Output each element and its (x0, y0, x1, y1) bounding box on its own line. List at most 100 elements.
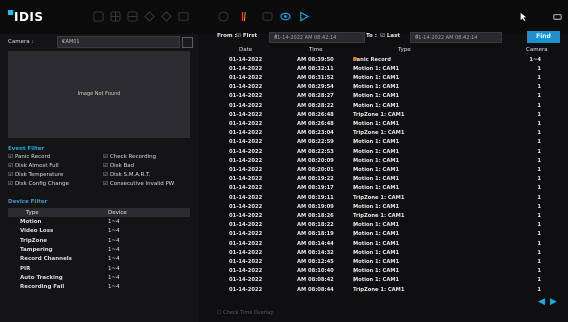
table-row[interactable]: 01-14-2022 AM 08:12:45 ⚡ Motion 1: CAM1 1 (217, 258, 559, 266)
table-row[interactable]: 01-14-2022 AM 08:20:09 ⚡ Motion 1: CAM1 1 (217, 157, 559, 165)
table-row[interactable]: 01-14-2022 AM 08:23:04 ⚡ TripZone 1: CAM1 1 (217, 130, 559, 138)
event-filter-checkbox[interactable]: ☑ Panic Record (8, 154, 50, 160)
motion-icon: ⚡ (353, 66, 357, 73)
table-row[interactable]: 01-14-2022 AM 08:20:01 ⚡ Motion 1: CAM1 1 (217, 166, 559, 174)
spinner-icon[interactable]: ⇕ (415, 34, 499, 40)
cell-camera: 1 (537, 194, 541, 201)
cell-time: AM 08:19:22 (297, 176, 334, 183)
to-datetime-field[interactable]: 01-14-2022 AM 08:42:14 ⇕ (410, 32, 502, 43)
device-filter-row[interactable]: TripZone 1~4 (8, 237, 190, 246)
cell-type-label: Motion 1: CAM1 (353, 240, 400, 247)
table-row[interactable]: 01-14-2022 AM 08:08:44 ⚡ TripZone 1: CAM1 1 (217, 286, 559, 294)
table-row[interactable]: 01-14-2022 AM 08:19:11 ⚡ TripZone 1: CAM1 1 (217, 194, 559, 202)
previous-page-icon[interactable]: ◀ (538, 297, 545, 307)
table-row[interactable]: 01-14-2022 AM 08:08:42 ⚡ Motion 1: CAM1 1 (217, 277, 559, 285)
device-filter-row[interactable]: Video Loss 1~4 (8, 227, 190, 236)
device-type: PIR (20, 265, 31, 272)
camera-settings-icon[interactable] (182, 37, 193, 48)
first-checkbox[interactable]: ☑ First (236, 33, 257, 39)
event-filter-checkbox[interactable]: ☑ Check Recording (103, 154, 156, 160)
cell-time: AM 08:18:19 (297, 231, 334, 238)
cell-camera: 1 (537, 249, 541, 256)
cell-date: 01-14-2022 (229, 194, 263, 201)
split-icon[interactable] (127, 11, 138, 22)
table-row[interactable]: 01-14-2022 AM 08:14:44 ⚡ Motion 1: CAM1 1 (217, 240, 559, 248)
motion-icon: ⚡ (353, 158, 357, 165)
to-label: To : (366, 33, 377, 39)
cell-type: ⚡ Motion 1: CAM1 (353, 231, 399, 238)
event-filter-checkbox[interactable]: ☑ Disk Config Change (8, 181, 69, 187)
eye-icon[interactable] (280, 11, 291, 22)
search-event-icon[interactable] (262, 11, 273, 22)
bookmark-icon[interactable] (238, 11, 249, 22)
cell-time: AM 08:20:01 (297, 166, 334, 173)
logo-mark (8, 10, 13, 15)
device-filter-row[interactable]: Tampering 1~4 (8, 246, 190, 255)
cell-type: ⚡ Motion 1: CAM1 (353, 103, 399, 110)
table-row[interactable]: 01-14-2022 AM 08:22:53 ⚡ Motion 1: CAM1 1 (217, 148, 559, 156)
table-row[interactable]: 01-14-2022 AM 08:18:26 ⚡ TripZone 1: CAM1 1 (217, 212, 559, 220)
device-filter-row[interactable]: Auto Tracking 1~4 (8, 274, 190, 283)
cell-date: 01-14-2022 (229, 258, 263, 265)
event-filter-checkbox[interactable]: ☑ Disk Temperature (8, 172, 63, 178)
cell-camera: 1 (537, 93, 541, 100)
cell-camera: 1 (537, 148, 541, 155)
table-row[interactable]: 01-14-2022 AM 08:22:59 ⚡ Motion 1: CAM1 1 (217, 139, 559, 147)
table-row[interactable]: 01-14-2022 AM 08:18:22 ⚡ Motion 1: CAM1 1 (217, 222, 559, 230)
next-page-icon[interactable]: ▶ (550, 297, 557, 307)
table-row[interactable]: 01-14-2022 AM 08:28:27 ⚡ Motion 1: CAM1 1 (217, 93, 559, 101)
cell-type: ⚡ TripZone 1: CAM1 (353, 213, 404, 220)
device-filter-row[interactable]: Recording Fail 1~4 (8, 283, 190, 292)
table-row[interactable]: 01-14-2022 AM 08:19:09 ⚡ Motion 1: CAM1 1 (217, 203, 559, 211)
table-row[interactable]: 01-14-2022 AM 08:28:22 ⚡ Motion 1: CAM1 1 (217, 102, 559, 110)
motion-icon: ⚡ (353, 75, 357, 82)
device-filter-row[interactable]: Record Channels 1~4 (8, 255, 190, 264)
cursor-icon[interactable] (517, 11, 528, 22)
table-row[interactable]: 01-14-2022 AM 08:32:11 ⚡ Motion 1: CAM1 1 (217, 65, 559, 73)
layout-icon[interactable] (110, 11, 121, 22)
device-filter-row[interactable]: PIR 1~4 (8, 265, 190, 274)
cell-type: ⚡ Motion 1: CAM1 (353, 250, 399, 257)
checkbox-icon: ☑ (236, 33, 241, 39)
motion-icon: ⚡ (353, 149, 357, 155)
check-time-overlap-checkbox[interactable]: ☐ Check Time Overlap (217, 310, 274, 316)
motion-icon: ⚡ (353, 121, 357, 128)
record-icon[interactable] (218, 11, 229, 22)
cell-camera: 1 (537, 102, 541, 109)
from-datetime-field[interactable]: 01-14-2022 AM 08:42:14 ⇕ (269, 32, 365, 43)
device-filter-row[interactable]: Motion 1~4 (8, 218, 190, 227)
cell-type: ⚡ Motion 1: CAM1 (353, 158, 399, 165)
circle-icon[interactable] (161, 11, 172, 22)
camera-label: Camera : (8, 39, 34, 45)
table-row[interactable]: 01-14-2022 AM 08:31:52 ⚡ Motion 1: CAM1 1 (217, 74, 559, 82)
last-checkbox[interactable]: ☑ Last (380, 33, 400, 39)
table-row[interactable]: 01-14-2022 AM 08:18:19 ⚡ Motion 1: CAM1 1 (217, 231, 559, 239)
cell-type: ⚡ Motion 1: CAM1 (353, 66, 399, 73)
table-row[interactable]: 01-14-2022 AM 08:29:54 ⚡ Motion 1: CAM1 1 (217, 84, 559, 92)
window-icon[interactable] (552, 11, 563, 22)
cell-date: 01-14-2022 (229, 166, 263, 173)
play-icon[interactable] (298, 11, 309, 22)
spinner-icon[interactable]: ⇕ (274, 34, 362, 40)
table-row[interactable]: 01-14-2022 AM 08:26:48 ⚡ Motion 1: CAM1 1 (217, 120, 559, 128)
table-row[interactable]: 01-14-2022 AM 08:26:48 ⚡ TripZone 1: CAM1 1 (217, 111, 559, 119)
cell-time: AM 08:31:52 (297, 74, 334, 81)
column-header-time: Time (309, 47, 323, 53)
event-filter-checkbox[interactable]: ☑ Disk Almost Full (8, 163, 59, 169)
table-row[interactable]: 01-14-2022 AM 08:14:32 ⚡ Motion 1: CAM1 1 (217, 249, 559, 257)
diamond-icon[interactable] (144, 11, 155, 22)
frame-icon[interactable] (178, 11, 189, 22)
find-button[interactable]: Find (527, 31, 560, 43)
checkbox-icon: ☑ (103, 154, 108, 160)
event-filter-checkbox[interactable]: ☑ Consecutive Invalid PW (103, 181, 174, 187)
table-row[interactable]: 01-14-2022 AM 08:19:22 ⚡ Motion 1: CAM1 1 (217, 176, 559, 184)
table-row[interactable]: 01-14-2022 AM 08:39:50 Panic Record 1~4 (217, 56, 559, 64)
table-row[interactable]: 01-14-2022 AM 08:10:40 ⚡ Motion 1: CAM1 1 (217, 268, 559, 276)
camera-select[interactable]: CAM01 ▾ (57, 36, 180, 48)
logo: IDIS (8, 10, 44, 24)
event-filter-checkbox[interactable]: ☑ Disk S.M.A.R.T. (103, 172, 150, 178)
table-row[interactable]: 01-14-2022 AM 08:19:17 ⚡ Motion 1: CAM1 1 (217, 185, 559, 193)
grid-icon[interactable] (93, 11, 104, 22)
event-filter-checkbox[interactable]: ☑ Disk Bad (103, 163, 134, 169)
cell-type-label: Motion 1: CAM1 (353, 222, 400, 229)
